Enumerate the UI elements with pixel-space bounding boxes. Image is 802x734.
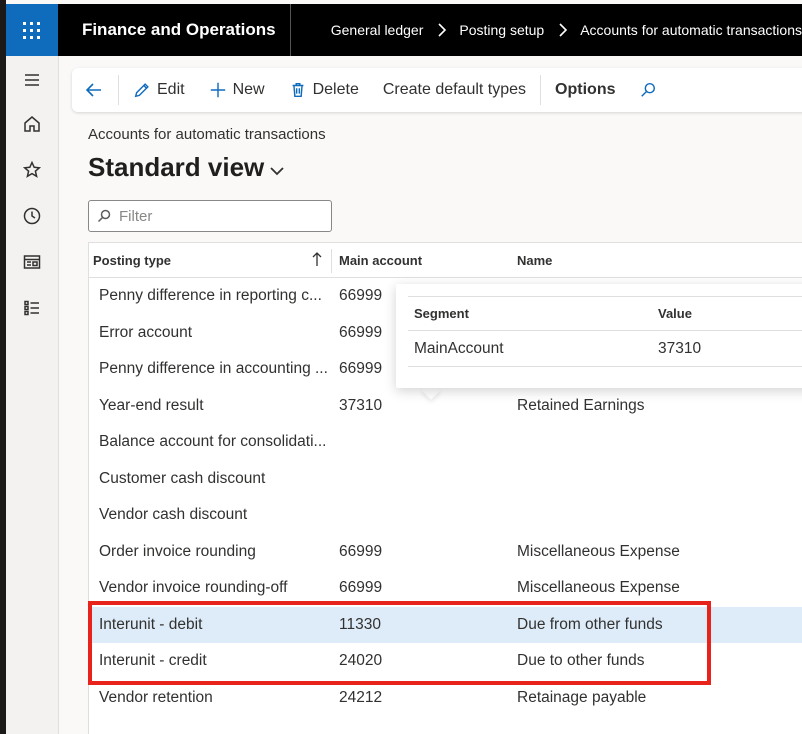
page-title: Standard view xyxy=(88,152,265,182)
cell-name: Retainage payable xyxy=(517,688,647,706)
chevron-right-icon xyxy=(437,22,447,38)
top-bar: Finance and Operations General ledger Po… xyxy=(6,4,802,56)
app-launcher-button[interactable] xyxy=(6,4,58,56)
cell-posting-type: Penny difference in reporting c... xyxy=(99,287,322,304)
options-tab[interactable]: Options xyxy=(543,68,627,112)
workspaces-icon[interactable] xyxy=(20,250,44,274)
pencil-icon xyxy=(134,83,149,98)
cell-name: Retained Earnings xyxy=(517,396,645,414)
column-header-main-account[interactable]: Main account xyxy=(339,253,422,268)
modules-list-icon[interactable] xyxy=(20,296,44,320)
filter-box[interactable] xyxy=(88,200,332,232)
create-default-types-button[interactable]: Create default types xyxy=(371,68,538,112)
segment-row: MainAccount 37310 xyxy=(408,331,802,367)
column-header-segment: Segment xyxy=(414,306,469,321)
cell-posting-type: Vendor invoice rounding-off xyxy=(99,579,288,596)
segment-value: 37310 xyxy=(658,340,702,357)
edit-button[interactable]: Edit xyxy=(121,68,197,112)
cell-posting-type: Order invoice rounding xyxy=(99,542,256,560)
cell-posting-type: Year-end result xyxy=(99,396,204,414)
cell-posting-type: Interunit - credit xyxy=(99,652,207,669)
cell-main-account: 37310 xyxy=(339,396,383,414)
edit-button-label: Edit xyxy=(157,81,185,98)
cell-main-account: 24212 xyxy=(339,688,383,706)
cell-main-account: 11330 xyxy=(339,615,381,633)
view-selector[interactable]: Standard view xyxy=(88,152,284,183)
breadcrumb-accounts-automatic-transactions[interactable]: Accounts for automatic transactions xyxy=(580,22,802,38)
column-divider[interactable] xyxy=(331,249,332,273)
search-button[interactable] xyxy=(627,68,675,112)
filter-input[interactable] xyxy=(119,207,319,225)
column-header-value: Value xyxy=(658,306,692,321)
cell-posting-type: Customer cash discount xyxy=(99,469,266,487)
cell-posting-type: Error account xyxy=(99,323,193,341)
action-pane: Edit New Delete Create default types Opt… xyxy=(72,68,802,112)
plus-icon xyxy=(210,82,225,98)
cell-posting-type: Penny difference in accounting ... xyxy=(99,360,327,377)
cell-name: Due from other funds xyxy=(517,615,663,633)
column-header-name[interactable]: Name xyxy=(517,253,552,268)
cell-main-account: 66999 xyxy=(339,542,383,560)
search-icon xyxy=(641,82,656,97)
trash-icon xyxy=(292,82,303,98)
recent-clock-icon[interactable] xyxy=(20,204,44,228)
cell-posting-type: Interunit - debit xyxy=(99,615,203,633)
segment-name: MainAccount xyxy=(414,340,504,357)
chevron-down-icon xyxy=(270,166,284,175)
home-icon[interactable] xyxy=(20,112,44,136)
search-icon xyxy=(97,209,111,223)
cell-name: Due to other funds xyxy=(517,652,645,669)
hamburger-menu-icon[interactable] xyxy=(20,68,44,92)
app-title[interactable]: Finance and Operations xyxy=(58,4,291,56)
cell-posting-type: Vendor cash discount xyxy=(99,506,248,523)
breadcrumb: General ledger Posting setup Accounts fo… xyxy=(291,22,802,38)
delete-button[interactable]: Delete xyxy=(277,68,371,112)
cell-posting-type: Vendor retention xyxy=(99,688,213,706)
cell-name: Miscellaneous Expense xyxy=(517,579,680,596)
grid-header: Posting type Main account Name xyxy=(89,242,802,278)
breadcrumb-general-ledger[interactable]: General ledger xyxy=(331,22,424,38)
segment-table-header: Segment Value xyxy=(408,297,802,331)
toolbar-divider xyxy=(118,75,119,105)
cell-posting-type: Balance account for consolidati... xyxy=(99,433,327,450)
cell-main-account: 66999 xyxy=(339,579,383,596)
table-row[interactable]: Balance account for consolidati... xyxy=(89,424,802,460)
waffle-icon xyxy=(23,21,41,39)
star-icon[interactable] xyxy=(20,158,44,182)
segment-popup: Segment Value MainAccount 37310 xyxy=(396,284,802,388)
table-row[interactable]: Vendor cash discount xyxy=(89,497,802,533)
table-row[interactable]: Interunit - credit 24020 Due to other fund… xyxy=(89,643,802,679)
table-row[interactable]: Year-end result 37310 Retained Earnings xyxy=(89,388,802,424)
chevron-right-icon xyxy=(558,22,568,38)
column-header-posting-type[interactable]: Posting type xyxy=(93,253,171,268)
navigation-pane xyxy=(6,56,59,734)
table-row[interactable]: Vendor invoice rounding-off 66999 Miscella… xyxy=(89,570,802,606)
page-caption: Accounts for automatic transactions xyxy=(88,126,326,143)
delete-button-label: Delete xyxy=(312,81,359,98)
sort-ascending-icon[interactable] xyxy=(311,251,323,267)
arrow-left-icon xyxy=(85,83,101,97)
new-button-label: New xyxy=(232,81,265,98)
toolbar-divider xyxy=(540,75,542,105)
table-row[interactable]: Customer cash discount xyxy=(89,461,802,497)
table-row[interactable]: Vendor retention 24212 Retainage payable xyxy=(89,680,802,716)
table-row[interactable]: Order invoice rounding 66999 Miscellaneous… xyxy=(89,534,802,570)
back-button[interactable] xyxy=(72,68,116,112)
segment-table: Segment Value MainAccount 37310 xyxy=(408,296,802,368)
table-row[interactable]: Interunit - debit 11330 Due from other fun… xyxy=(89,606,802,643)
cell-name: Miscellaneous Expense xyxy=(517,542,680,560)
cell-main-account: 24020 xyxy=(339,652,383,669)
breadcrumb-posting-setup[interactable]: Posting setup xyxy=(459,22,544,38)
new-button[interactable]: New xyxy=(197,68,277,112)
